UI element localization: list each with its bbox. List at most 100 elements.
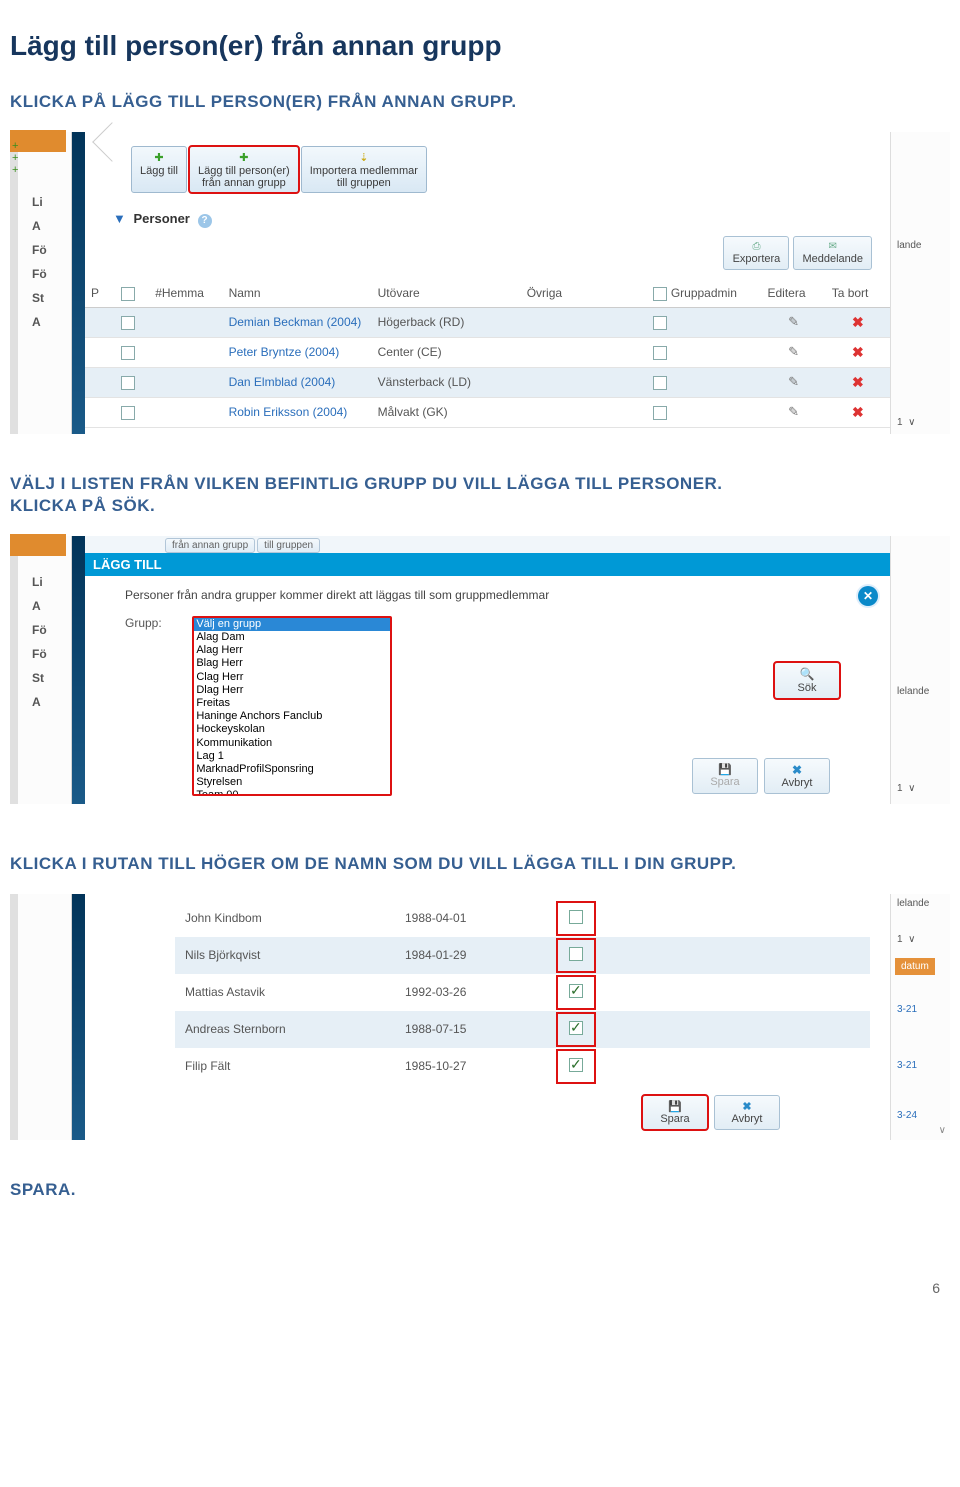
select-checkbox[interactable]	[569, 947, 583, 961]
right-background-strip: lelande 1 ∨	[890, 536, 950, 804]
search-icon: 🔍	[783, 667, 831, 681]
gruppadmin-checkbox[interactable]	[653, 346, 667, 360]
save-button[interactable]: 💾 Spara	[692, 758, 758, 794]
edit-icon[interactable]: ✎	[788, 314, 799, 329]
row-checkbox[interactable]	[121, 376, 135, 390]
context-button: från annan grupp	[165, 538, 255, 553]
left-label: A	[32, 214, 47, 238]
select-checkbox[interactable]	[569, 910, 583, 924]
left-label: Fö	[32, 238, 47, 262]
delete-icon[interactable]: ✖	[852, 404, 864, 420]
group-option[interactable]: Blag Herr	[194, 657, 390, 670]
cancel-button[interactable]: ✖ Avbryt	[714, 1095, 780, 1130]
search-button[interactable]: 🔍 Sök	[774, 662, 840, 699]
import-icon: ⇣	[310, 151, 418, 164]
table-row: Demian Beckman (2004)Högerback (RD)✎✖	[85, 307, 890, 337]
button-label: Avbryt	[732, 1113, 763, 1125]
gruppadmin-checkbox[interactable]	[653, 376, 667, 390]
col-ovriga: Övriga	[521, 280, 647, 307]
edit-icon[interactable]: ✎	[788, 344, 799, 359]
person-name-link[interactable]: Dan Elmblad (2004)	[229, 375, 336, 389]
group-option[interactable]: Haninge Anchors Fanclub	[194, 710, 390, 723]
button-label: Spara	[710, 776, 739, 788]
scroll-icon[interactable]: ∨	[939, 1125, 946, 1136]
cut-off-labels: Li A Fö Fö St A	[32, 570, 47, 714]
add-button[interactable]: ✚ Lägg till	[131, 146, 187, 193]
group-option[interactable]: Lag 1	[194, 750, 390, 763]
instruction-1: KLICKA PÅ LÄGG TILL PERSON(ER) FRÅN ANNA…	[10, 92, 950, 112]
cut-off-labels: Li A Fö Fö St A	[32, 190, 47, 334]
select-checkbox[interactable]	[569, 984, 583, 998]
col-p: P	[85, 280, 115, 307]
left-label: A	[32, 594, 47, 618]
group-option[interactable]: MarknadProfilSponsring	[194, 763, 390, 776]
fragment-text: lelande	[897, 686, 929, 697]
table-row: Peter Bryntze (2004)Center (CE)✎✖	[85, 337, 890, 367]
export-button[interactable]: ⎙ Exportera	[723, 236, 789, 270]
gruppadmin-checkbox[interactable]	[653, 406, 667, 420]
group-select[interactable]: Välj en gruppAlag DamAlag HerrBlag HerrC…	[192, 616, 392, 796]
edit-icon[interactable]: ✎	[788, 404, 799, 419]
button-label: Importera medlemmar	[310, 165, 418, 177]
fragment-text: 1 ∨	[897, 417, 915, 428]
person-dob: 1984-01-29	[395, 937, 555, 974]
group-option[interactable]: Hockeyskolan	[194, 723, 390, 736]
col-tabort: Ta bort	[826, 280, 890, 307]
row-checkbox[interactable]	[121, 316, 135, 330]
select-checkbox[interactable]	[569, 1021, 583, 1035]
left-label: Li	[32, 190, 47, 214]
delete-icon[interactable]: ✖	[852, 314, 864, 330]
left-background-strip: Li A Fö Fö St A	[10, 536, 72, 804]
instruction-4: SPARA.	[10, 1180, 950, 1200]
button-label: Avbryt	[782, 777, 813, 789]
section-header[interactable]: ▼ Personer ?	[113, 211, 890, 228]
group-option[interactable]: Team 00	[194, 789, 390, 796]
fragment-text: lelande	[897, 898, 929, 909]
delete-icon[interactable]: ✖	[852, 344, 864, 360]
page-number: 6	[0, 1250, 960, 1306]
persons-table: P #Hemma Namn Utövare Övriga Gruppadmin …	[85, 280, 890, 428]
left-background-strip	[10, 894, 72, 1140]
cancel-button[interactable]: ✖ Avbryt	[764, 758, 830, 794]
col-checkbox[interactable]	[115, 280, 149, 307]
save-button[interactable]: 💾 Spara	[642, 1095, 708, 1130]
instruction-2a: VÄLJ I LISTEN FRÅN VILKEN BEFINTLIG GRUP…	[10, 474, 950, 494]
button-label: Lägg till person(er)	[198, 165, 290, 177]
instruction-3: KLICKA I RUTAN TILL HÖGER OM DE NAMN SOM…	[10, 854, 950, 874]
modal-title: LÄGG TILL	[85, 553, 890, 576]
table-row: Dan Elmblad (2004)Vänsterback (LD)✎✖	[85, 367, 890, 397]
col-gruppadmin[interactable]: Gruppadmin	[647, 280, 762, 307]
orange-tab	[10, 534, 66, 556]
select-checkbox[interactable]	[569, 1058, 583, 1072]
close-icon[interactable]: ✕	[858, 586, 878, 606]
group-option[interactable]: Freitas	[194, 697, 390, 710]
row-checkbox[interactable]	[121, 346, 135, 360]
add-from-group-button[interactable]: ✚ Lägg till person(er) från annan grupp	[189, 146, 299, 193]
person-name-link[interactable]: Robin Eriksson (2004)	[229, 405, 348, 419]
table-row: Mattias Astavik1992-03-26	[175, 974, 870, 1011]
message-button[interactable]: ✉ Meddelande	[793, 236, 872, 270]
delete-icon[interactable]: ✖	[852, 374, 864, 390]
left-label: Li	[32, 570, 47, 594]
edit-icon[interactable]: ✎	[788, 374, 799, 389]
cancel-icon: ✖	[723, 1100, 771, 1113]
person-dob: 1992-03-26	[395, 974, 555, 1011]
row-checkbox[interactable]	[121, 406, 135, 420]
table-row: John Kindbom1988-04-01	[175, 900, 870, 937]
person-name: John Kindbom	[175, 900, 395, 937]
fragment-text: 1 ∨	[897, 783, 915, 794]
save-icon: 💾	[651, 1100, 699, 1113]
group-option[interactable]: Dlag Herr	[194, 684, 390, 697]
group-option[interactable]: Clag Herr	[194, 671, 390, 684]
group-option[interactable]: Styrelsen	[194, 776, 390, 789]
group-option[interactable]: Alag Dam	[194, 631, 390, 644]
help-icon[interactable]: ?	[198, 214, 212, 228]
person-name-link[interactable]: Demian Beckman (2004)	[229, 315, 362, 329]
person-name-link[interactable]: Peter Bryntze (2004)	[229, 345, 340, 359]
group-option[interactable]: Välj en grupp	[194, 618, 390, 631]
group-option[interactable]: Alag Herr	[194, 644, 390, 657]
export-icon: ⎙	[732, 241, 780, 252]
group-option[interactable]: Kommunikation	[194, 737, 390, 750]
import-members-button[interactable]: ⇣ Importera medlemmar till gruppen	[301, 146, 427, 193]
gruppadmin-checkbox[interactable]	[653, 316, 667, 330]
